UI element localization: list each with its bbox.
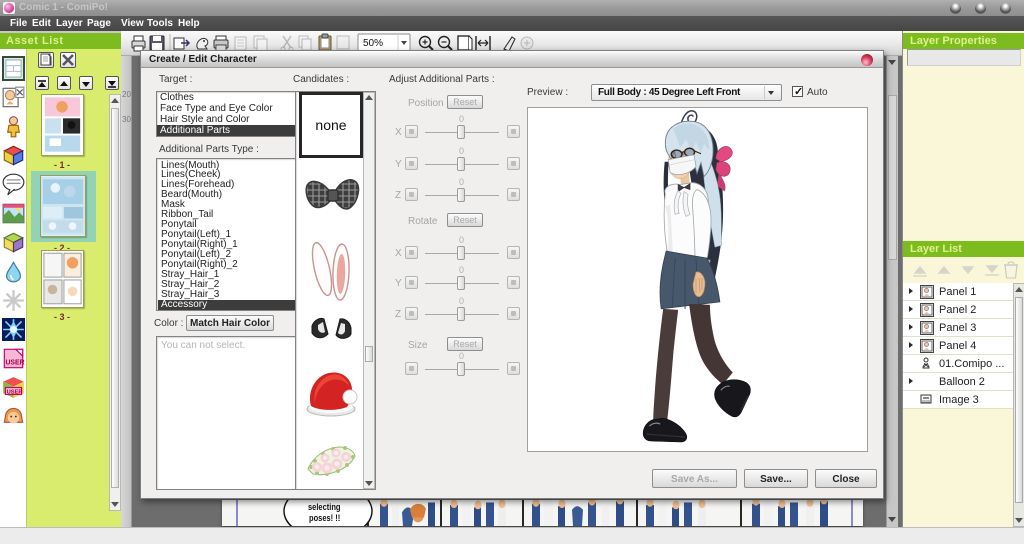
svg-text:poses! !!: poses! !! — [309, 512, 340, 523]
svg-text:50%: 50% — [363, 38, 383, 49]
svg-text:USER: USER — [7, 389, 24, 395]
svg-text:selecting: selecting — [308, 501, 341, 512]
svg-text:USER: USER — [5, 359, 24, 366]
